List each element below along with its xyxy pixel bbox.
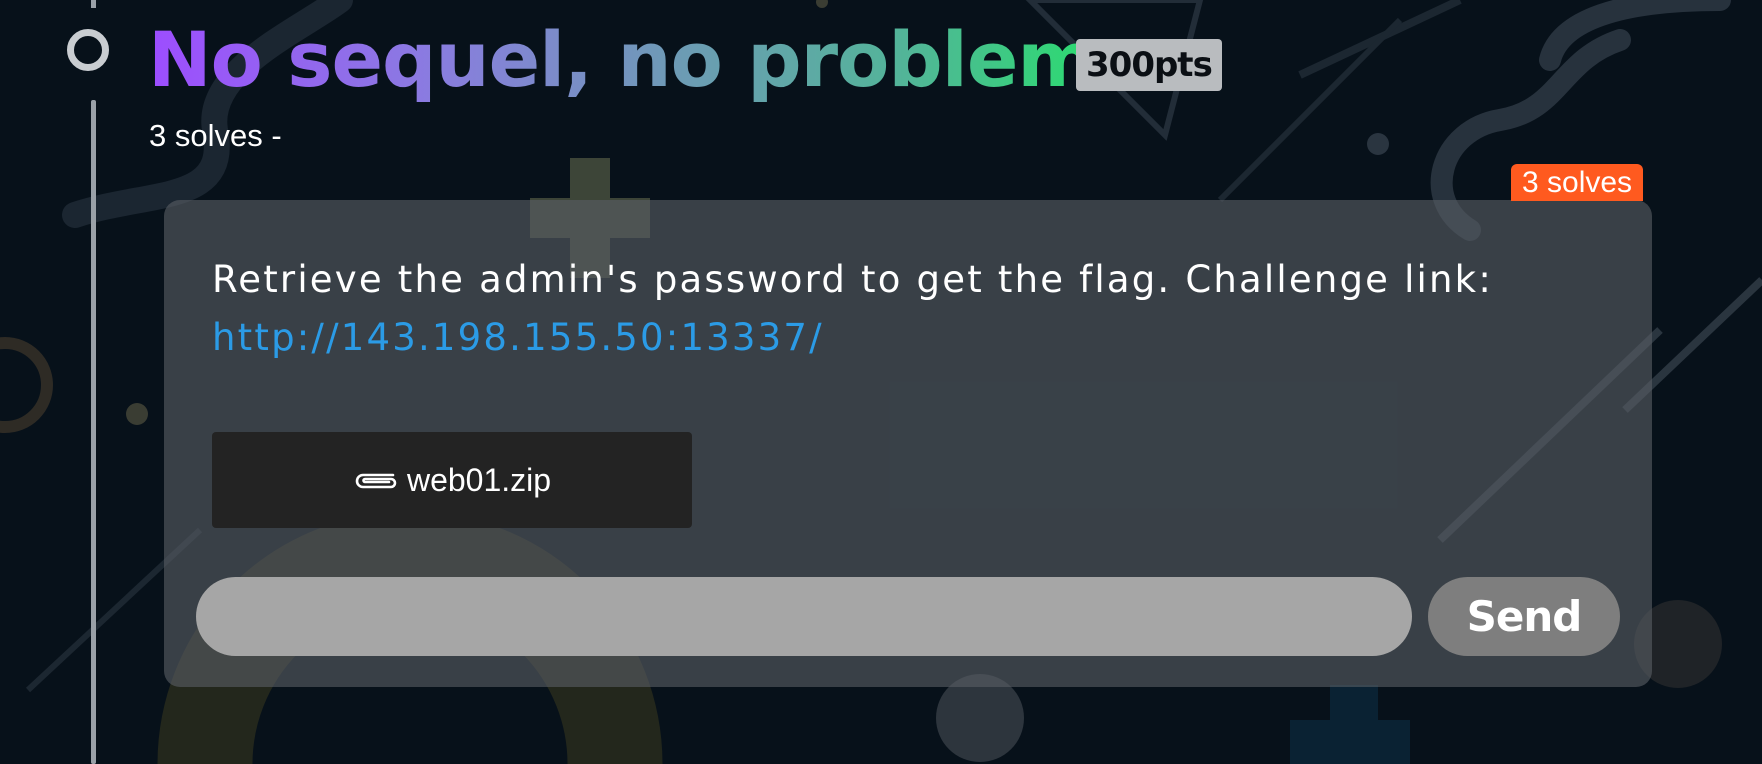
paperclip-icon <box>355 473 397 489</box>
attachment-download-button[interactable]: web01.zip <box>212 432 692 528</box>
solves-subtitle: 3 solves - <box>149 118 282 153</box>
challenge-link[interactable]: http://143.198.155.50:13337/ <box>212 308 824 368</box>
solves-tag: 3 solves <box>1511 164 1644 201</box>
challenge-page: No sequel, no problem 300pts 3 solves - … <box>0 0 1762 764</box>
timeline-connector-top <box>91 0 96 8</box>
timeline-status-circle-icon <box>67 29 109 71</box>
challenge-title: No sequel, no problem <box>148 15 1097 104</box>
points-badge: 300pts <box>1076 39 1222 91</box>
attachment-filename: web01.zip <box>406 461 552 498</box>
timeline-connector <box>91 100 96 764</box>
flag-input[interactable] <box>196 577 1412 656</box>
send-button[interactable]: Send <box>1428 577 1620 656</box>
challenge-description: Retrieve the admin's password to get the… <box>212 258 1493 301</box>
